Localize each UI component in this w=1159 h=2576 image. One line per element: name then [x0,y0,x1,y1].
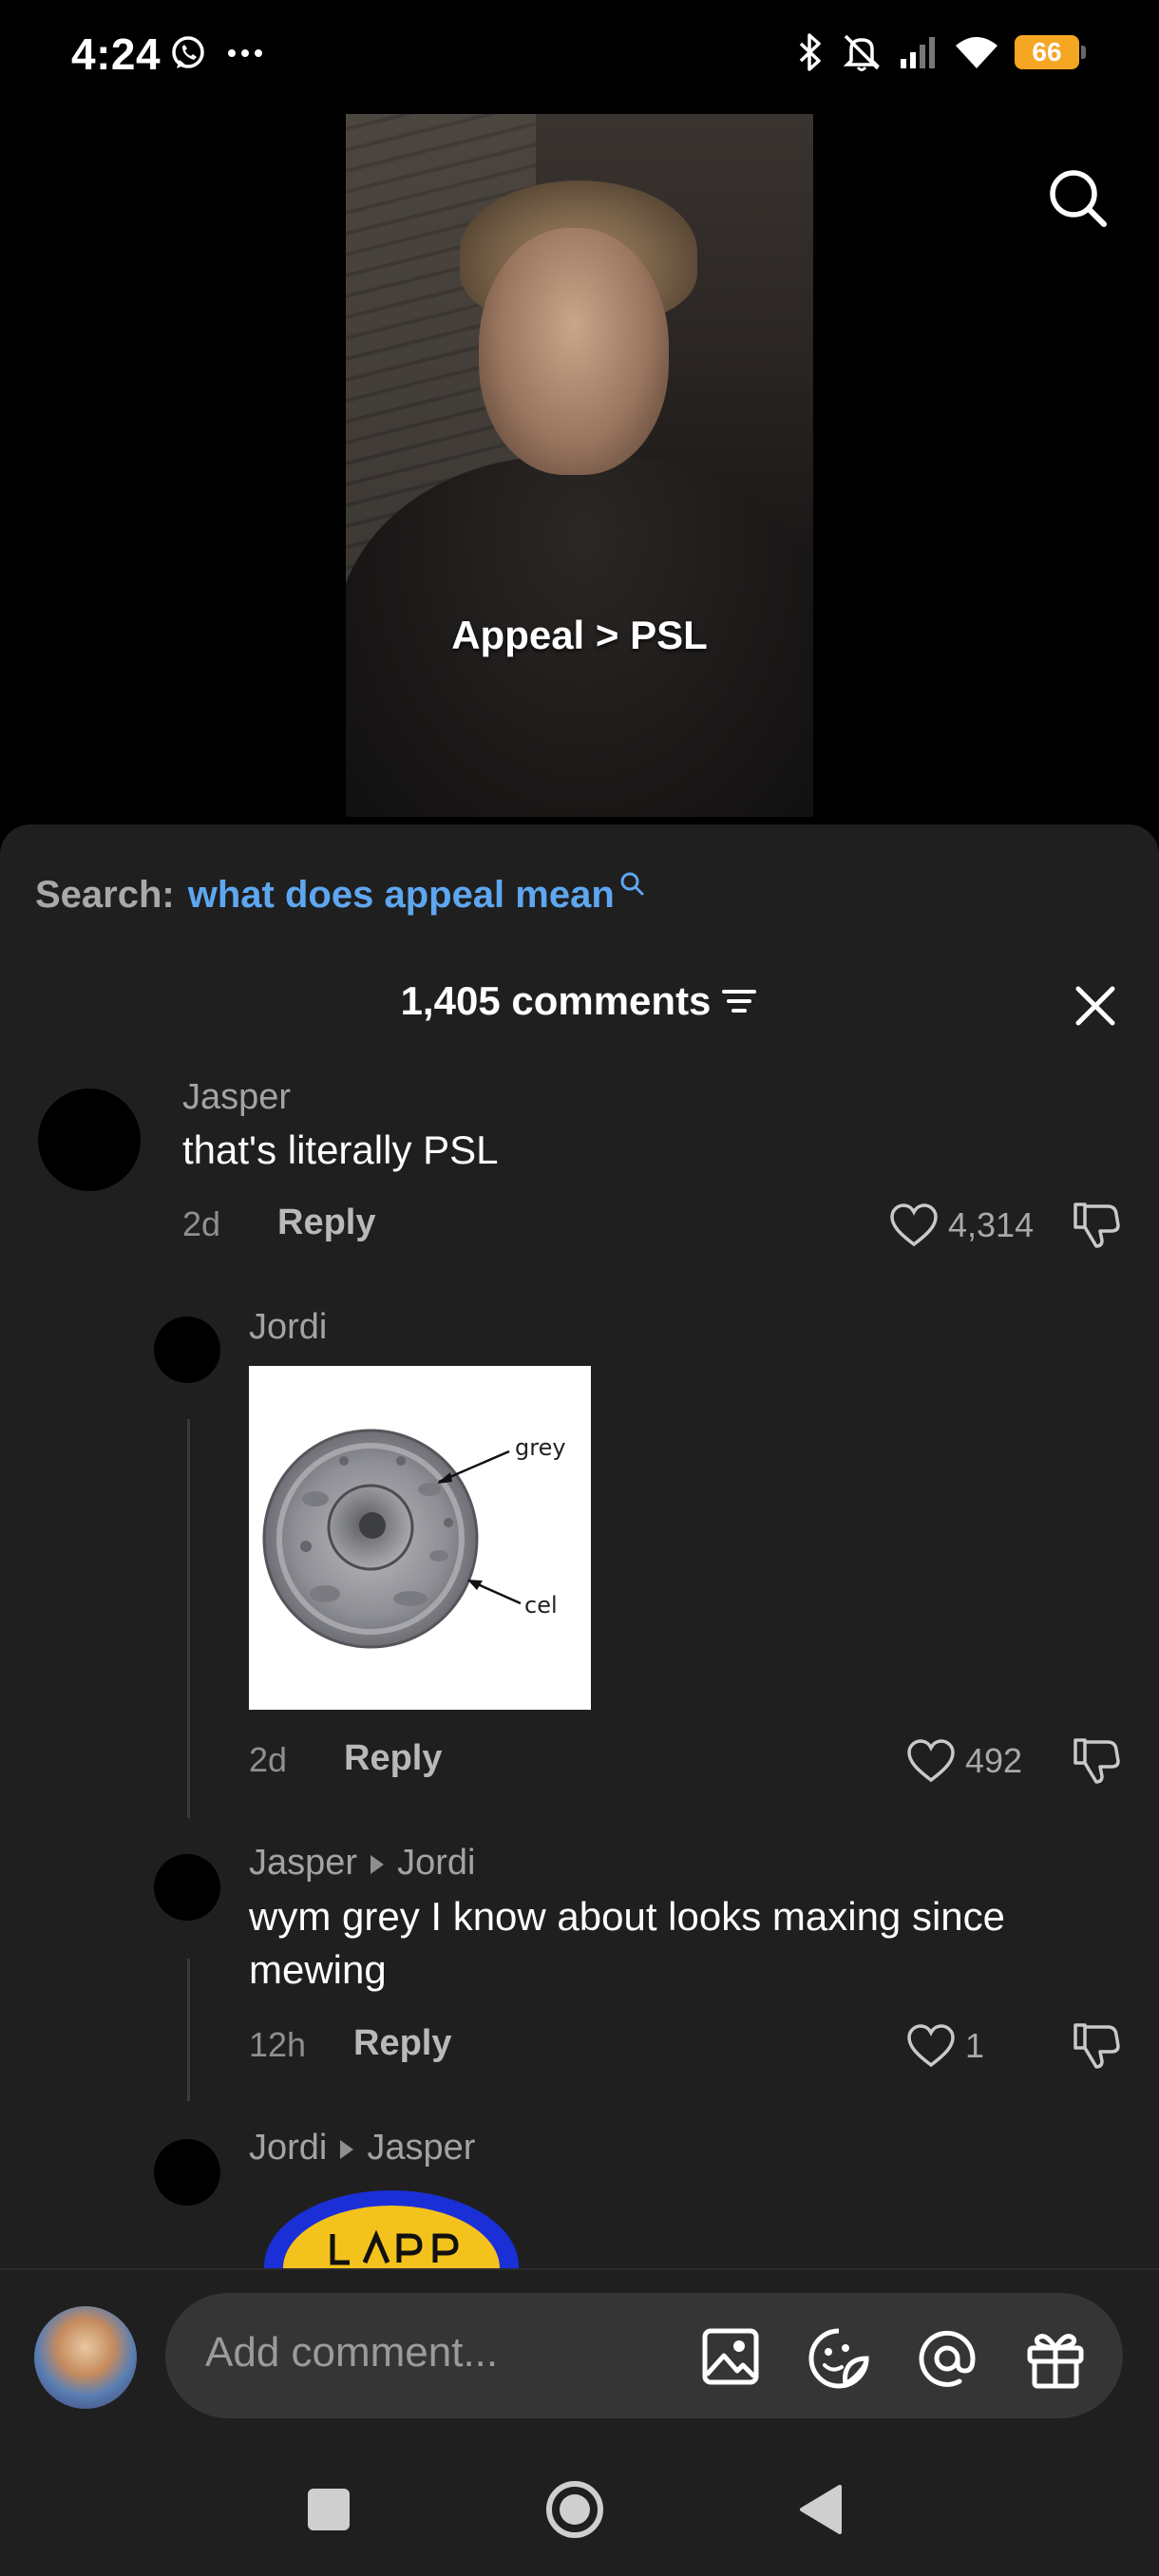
nav-back-button[interactable] [798,2483,844,2536]
mention-icon[interactable] [916,2327,978,2390]
comment-author[interactable]: Jasper [182,1077,291,1118]
like-button[interactable]: 4,314 [889,1203,1034,1248]
search-suggestion-query[interactable]: what does appeal mean [188,874,615,917]
bluetooth-icon [799,33,821,71]
dislike-icon[interactable] [1072,1734,1121,1786]
comment-author[interactable]: Jordi [249,1307,327,1348]
battery-level: 66 [1032,37,1062,66]
comment-age: 12h [249,2025,307,2064]
gift-icon[interactable] [1024,2327,1087,2390]
nav-recents-button[interactable] [308,2489,350,2530]
video-player[interactable] [346,114,813,817]
divider [0,2268,1159,2270]
avatar[interactable] [154,1316,220,1383]
search-icon[interactable] [1047,167,1110,230]
like-count: 4,314 [948,1205,1035,1244]
like-count: 1 [965,2026,985,2065]
search-suggestion-icon [620,872,644,896]
reply-arrow-icon [370,1854,385,1874]
signal-icon [901,37,935,68]
comment-image[interactable]: grey cel [249,1366,591,1710]
comment-sticker[interactable] [258,2187,524,2268]
status-right-icons: 66 [796,32,1086,72]
thread-line [187,1419,190,1818]
comment-input-placeholder[interactable]: Add comment... [205,2329,498,2377]
cell-diagram: grey cel [262,1429,566,1649]
battery-indicator: 66 [1015,35,1086,69]
dislike-icon[interactable] [1072,2019,1121,2071]
image-icon[interactable] [701,2327,760,2386]
more-notifications-icon [228,49,262,57]
image-label-cel: cel [524,1592,558,1619]
sort-filter-icon[interactable] [720,985,758,1017]
heart-icon [907,1739,955,1783]
wifi-icon [956,37,998,68]
like-count: 492 [965,1741,1023,1780]
reply-button[interactable]: Reply [277,1203,375,1243]
reply-to-author[interactable]: Jordi [397,1843,475,1883]
heart-icon [890,1203,938,1247]
avatar[interactable] [154,2139,220,2206]
sticker-icon[interactable] [808,2327,870,2390]
comment-age: 2d [249,1740,288,1779]
comment-age: 2d [182,1204,221,1243]
search-suggestion-label: Search: [35,874,175,916]
reply-button[interactable]: Reply [344,1738,442,1779]
comments-header: 1,405 comments [0,978,1159,1024]
comment-author-line: Jordi Jasper [249,2128,475,2169]
video-caption: Appeal > PSL [451,613,708,657]
heart-icon [907,2024,955,2068]
comment-author[interactable]: Jordi [249,2128,327,2168]
comment-text: that's literally PSL [182,1127,499,1172]
status-time: 4:24 [71,29,162,79]
nav-home-button[interactable] [544,2479,605,2540]
reply-button[interactable]: Reply [353,2023,451,2064]
user-avatar[interactable] [34,2306,137,2409]
comments-count: 1,405 comments [400,978,712,1023]
reply-to-author[interactable]: Jasper [367,2128,475,2168]
avatar[interactable] [154,1854,220,1921]
comment-author[interactable]: Jasper [249,1843,357,1883]
like-button[interactable]: 1 [906,2023,984,2069]
thread-line [187,1959,190,2101]
whatsapp-icon [172,36,204,68]
avatar[interactable] [38,1089,141,1191]
reply-arrow-icon [340,2139,354,2159]
status-left-icons [169,34,264,72]
comment-author-line: Jasper Jordi [249,1843,475,1884]
muted-bell-icon [843,34,881,71]
like-button[interactable]: 492 [906,1738,1022,1784]
image-label-grey: grey [515,1434,566,1461]
comment-text: wym grey I know about looks maxing since… [249,1894,1006,1992]
close-icon[interactable] [1074,984,1117,1028]
dislike-icon[interactable] [1072,1199,1121,1250]
search-suggestion[interactable]: Search: what does appeal mean [35,872,645,917]
